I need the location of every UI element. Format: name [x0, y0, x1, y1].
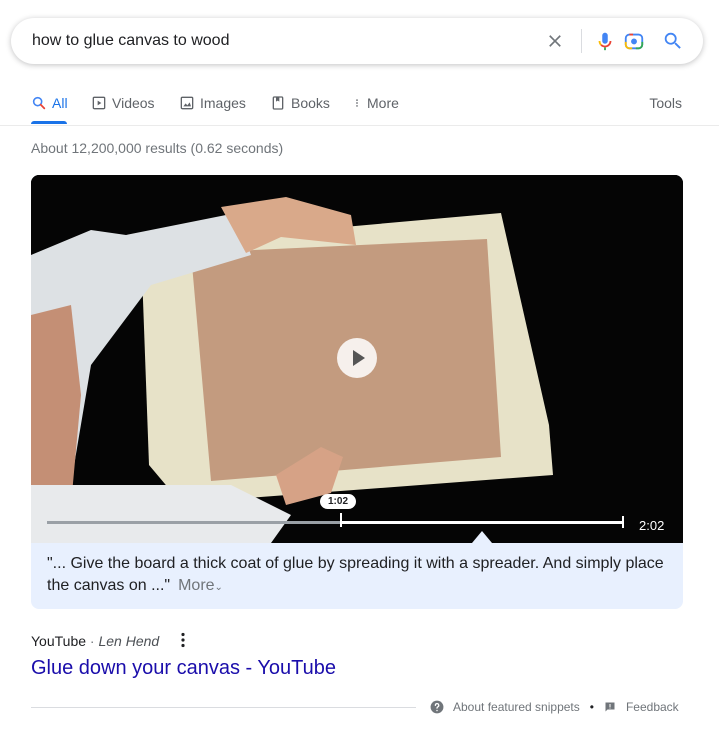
snippet-caret	[472, 531, 492, 543]
result-source: YouTube · Len Hend	[31, 633, 159, 649]
source-site: YouTube	[31, 633, 87, 649]
current-time-bubble: 1:02	[320, 494, 357, 509]
video-icon	[92, 96, 106, 110]
help-icon	[430, 700, 444, 714]
tools-button[interactable]: Tools	[649, 95, 682, 111]
tab-label: Videos	[112, 95, 155, 111]
tab-label: All	[52, 95, 68, 111]
footer-divider	[31, 707, 416, 708]
close-icon[interactable]	[545, 31, 565, 51]
tab-label: More	[367, 95, 399, 111]
tab-label: Books	[291, 95, 330, 111]
book-icon	[272, 96, 284, 110]
chevron-down-icon: ⌄	[214, 582, 223, 593]
snippet-footer: About featured snippets • Feedback	[430, 700, 679, 714]
tab-books[interactable]: Books	[270, 95, 330, 111]
active-tab-indicator	[31, 121, 67, 124]
image-icon	[180, 96, 194, 110]
search-tabs: All Videos Images Books More Tools	[0, 88, 719, 126]
snippet-quote-text: "... Give the board a thick coat of glue…	[47, 555, 664, 594]
search-icon[interactable]	[662, 30, 684, 52]
search-icon	[32, 96, 46, 110]
result-title-link[interactable]: Glue down your canvas - YouTube	[31, 657, 336, 680]
source-author: Len Hend	[98, 633, 160, 649]
video-duration: 2:02	[639, 518, 665, 533]
dots-vertical-icon	[356, 99, 358, 107]
result-stats: About 12,200,000 results (0.62 seconds)	[31, 140, 284, 156]
search-bar[interactable]: how to glue canvas to wood	[11, 18, 703, 64]
feedback-icon	[605, 702, 615, 712]
progress-marker[interactable]	[340, 513, 342, 527]
source-separator: ·	[89, 633, 95, 649]
tab-images[interactable]: Images	[179, 95, 246, 111]
tab-all[interactable]: All	[31, 95, 68, 111]
footer-bullet: •	[589, 700, 594, 714]
search-input[interactable]: how to glue canvas to wood	[32, 32, 229, 50]
featured-snippet: 1:02 2:02 "... Give the board a thick co…	[31, 175, 683, 609]
tab-label: Images	[200, 95, 246, 111]
tab-videos[interactable]: Videos	[91, 95, 155, 111]
microphone-icon[interactable]	[594, 30, 616, 52]
more-options-icon[interactable]	[180, 632, 186, 648]
play-button[interactable]	[337, 338, 377, 378]
feedback-link[interactable]: Feedback	[626, 700, 679, 714]
camera-lens-icon[interactable]	[623, 30, 645, 52]
video-player[interactable]: 1:02 2:02	[31, 175, 683, 543]
about-featured-snippets-link[interactable]: About featured snippets	[453, 700, 580, 714]
snippet-quote: "... Give the board a thick coat of glue…	[47, 553, 672, 599]
tab-more[interactable]: More	[352, 95, 399, 111]
progress-segment	[341, 521, 623, 524]
progress-end-marker	[622, 516, 624, 528]
tabs-divider	[0, 125, 719, 126]
search-bar-divider	[581, 29, 582, 53]
more-button[interactable]: More⌄	[178, 577, 223, 594]
more-label: More	[178, 577, 215, 594]
